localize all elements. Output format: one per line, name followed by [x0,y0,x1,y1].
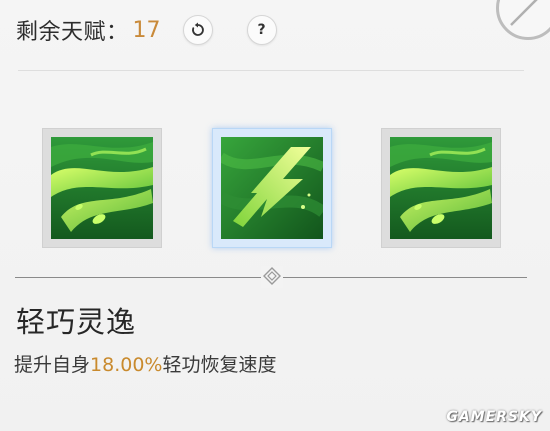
watermark: GAMERSKY [446,409,542,425]
question-mark-icon: ? [257,22,266,38]
remaining-talent-count: 17 [132,17,161,43]
talent-skill-slot-2[interactable] [212,128,332,248]
reset-icon [191,22,204,36]
skill-desc-suffix: 轻功恢复速度 [162,354,277,376]
skill-desc-value: 18.00% [90,354,163,376]
wind-leaf-icon [390,137,492,239]
talent-skill-slot-3[interactable] [381,128,501,248]
talent-skill-slot-1[interactable] [42,128,162,248]
skill-name: 轻巧灵逸 [16,305,137,339]
close-icon [510,0,538,26]
help-button[interactable]: ? [246,15,277,45]
talent-panel: 剩余天赋： 17 ? 轻巧灵逸 提升自身18.00%轻功恢复速度 GAMERSK… [0,0,550,431]
skill-desc-prefix: 提升自身 [14,354,91,376]
wind-leaf-icon [51,137,153,239]
skill-description: 提升自身18.00%轻功恢复速度 [14,350,276,377]
remaining-talent-label: 剩余天赋： [16,20,129,45]
diamond-ornament-icon [261,266,283,288]
talent-header: 剩余天赋： 17 ? [16,10,277,50]
header-divider [18,70,524,71]
close-button[interactable] [496,0,550,40]
reset-button[interactable] [182,15,213,45]
lightning-arrow-icon [221,137,323,239]
